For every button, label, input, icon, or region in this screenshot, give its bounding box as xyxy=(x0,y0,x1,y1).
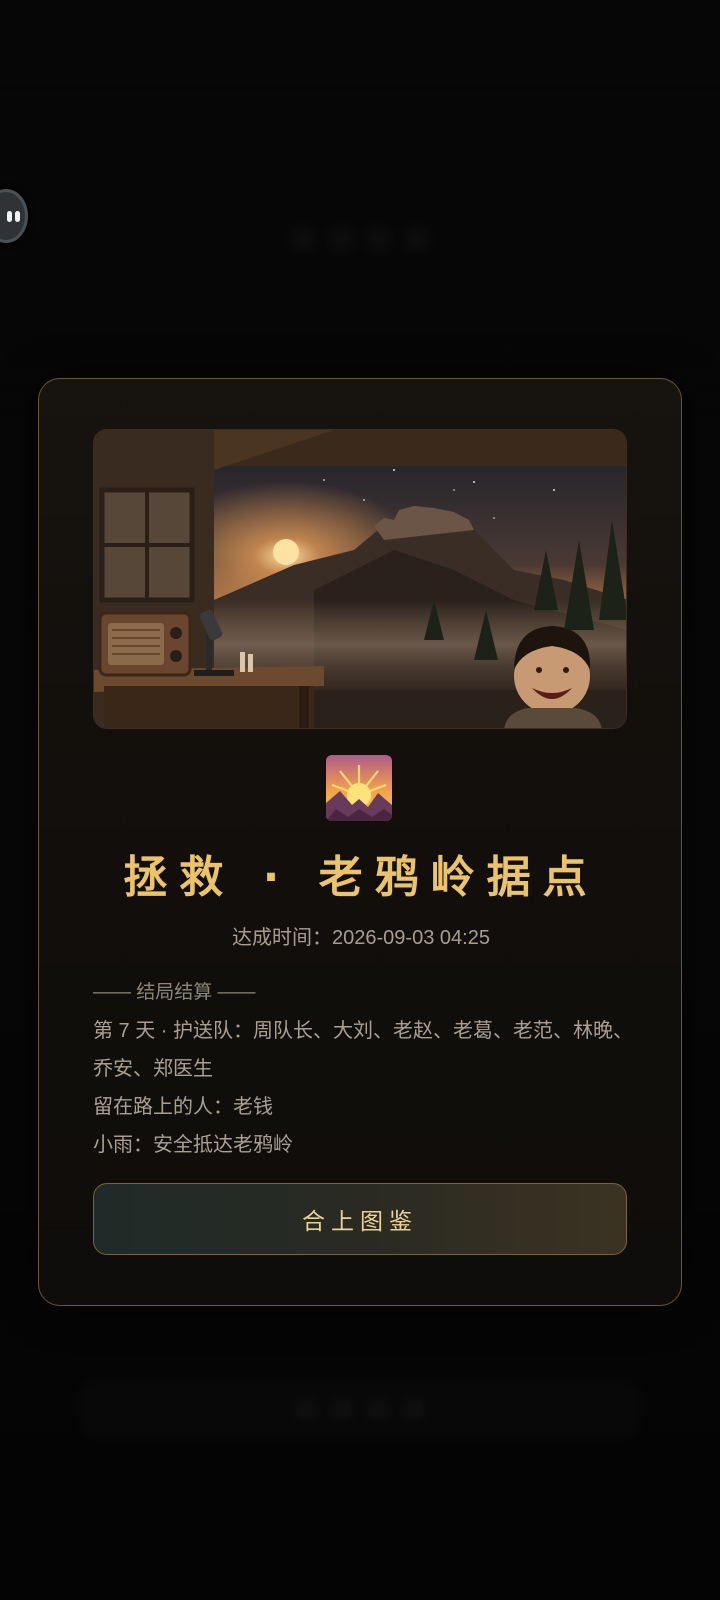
summary-line-left-behind: 留在路上的人：老钱 xyxy=(93,1096,273,1118)
sunrise-mountain-icon xyxy=(326,755,392,821)
ending-illustration xyxy=(93,429,627,729)
summary-line-xiaoyu: 小雨：安全抵达老鸦岭 xyxy=(93,1134,293,1156)
summary-line-escort: 第 7 天 · 护送队：周队长、大刘、老赵、老葛、老范、林晚、乔安、郑医生 xyxy=(93,1020,634,1080)
section-label: —— 结局结算 —— xyxy=(93,982,256,1003)
screen: 拯救 · 老鸦岭据点 达成时间：2026-09-03 04:25 —— 结局结算… xyxy=(0,0,720,1600)
ending-title: 拯救 · 老鸦岭据点 xyxy=(123,852,599,903)
ending-card: 拯救 · 老鸦岭据点 达成时间：2026-09-03 04:25 —— 结局结算… xyxy=(38,378,682,1306)
status-bar-area xyxy=(0,0,720,82)
achieved-time: 达成时间：2026-09-03 04:25 xyxy=(232,927,490,949)
close-codex-button[interactable]: 合上图鉴 xyxy=(93,1183,627,1255)
ending-summary: 第 7 天 · 护送队：周队长、大刘、老赵、老葛、老范、林晚、乔安、郑医生 留在… xyxy=(93,1012,633,1164)
